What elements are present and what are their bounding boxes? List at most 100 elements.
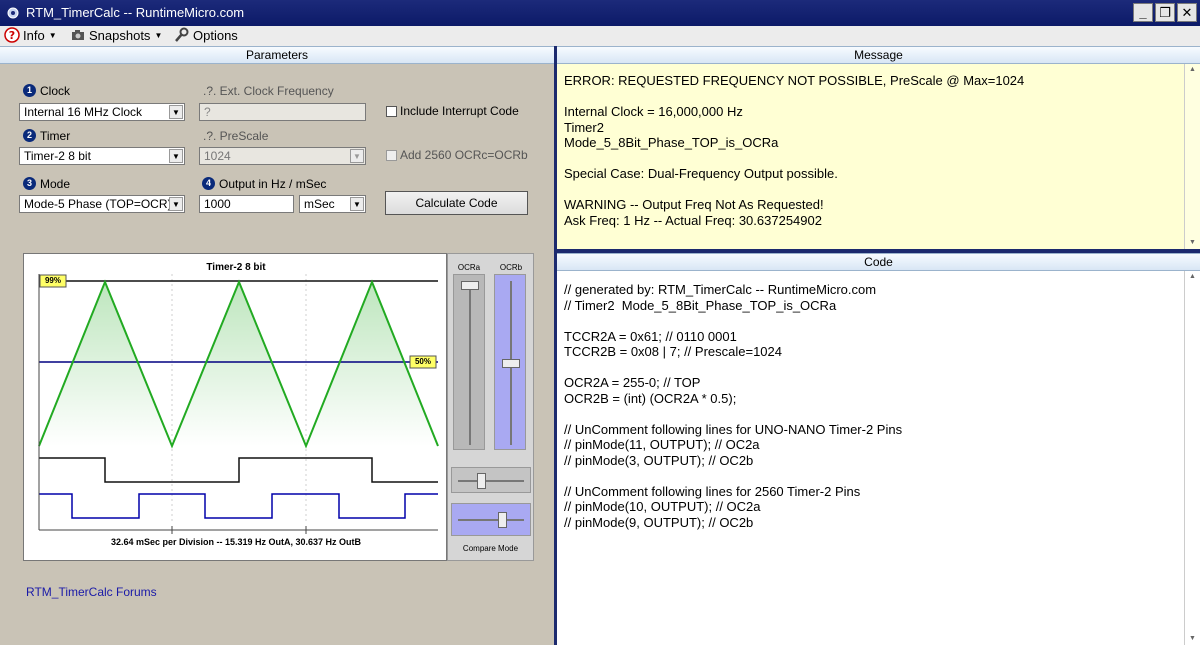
compare-mode-slider-a-thumb[interactable] <box>477 473 486 489</box>
step-4-badge: 4 <box>202 177 215 190</box>
message-header: Message <box>557 46 1200 64</box>
step-3-badge: 3 <box>23 177 36 190</box>
code-line: TCCR2B = 0x08 | 7; // Prescale=1024 <box>564 344 782 359</box>
mode-select[interactable]: Mode-5 Phase (TOP=OCR) ▼ <box>19 195 185 213</box>
code-line: // pinMode(9, OUTPUT); // OC2b <box>564 514 754 530</box>
minimize-icon: _ <box>1139 5 1147 20</box>
code-line: // generated by: RTM_TimerCalc -- Runtim… <box>564 282 877 297</box>
code-line: // UnComment following lines for UNO-NAN… <box>564 421 903 437</box>
menu-info[interactable]: ? Info ▼ <box>4 27 57 45</box>
timer-label: Timer <box>40 129 71 143</box>
code-text-area[interactable]: // generated by: RTM_TimerCalc -- Runtim… <box>557 271 1184 645</box>
clock-select[interactable]: Internal 16 MHz Clock ▼ <box>19 103 185 121</box>
chevron-down-icon: ▼ <box>169 197 183 211</box>
calculate-code-button[interactable]: Calculate Code <box>385 191 528 215</box>
ocra-slider-thumb[interactable] <box>461 281 479 290</box>
chevron-down-icon: ▼ <box>350 149 364 163</box>
triangle-fill <box>39 282 438 446</box>
menu-options-label: Options <box>193 28 238 43</box>
message-line <box>564 89 1184 105</box>
camera-icon <box>72 30 84 40</box>
code-line: // pinMode(3, OUTPUT); // OC2b <box>564 452 754 468</box>
prescale-label: .?. PreScale <box>203 129 269 143</box>
ocra-label: OCRa <box>457 263 481 272</box>
code-line: // pinMode(10, OUTPUT); // OC2a <box>564 499 761 514</box>
code-line: // pinMode(11, OUTPUT); // OC2a <box>564 437 760 452</box>
timer-select[interactable]: Timer-2 8 bit ▼ <box>19 147 185 165</box>
unit-select-value: mSec <box>304 197 335 211</box>
timer-chart-svg <box>38 274 439 534</box>
message-line: Timer2 <box>564 119 604 135</box>
forums-link[interactable]: RTM_TimerCalc Forums <box>26 585 157 599</box>
step-1-badge: 1 <box>23 84 36 97</box>
message-line: Special Case: Dual-Frequency Output poss… <box>564 166 838 181</box>
menu-snapshots[interactable]: Snapshots ▼ <box>70 27 162 45</box>
message-line: WARNING -- Output Freq Not As Requested! <box>564 197 824 212</box>
ext-clock-field[interactable]: ? <box>199 103 366 121</box>
ocrb-slider-thumb[interactable] <box>502 359 520 368</box>
output-label: Output in Hz / mSec <box>219 177 327 191</box>
menu-info-label: Info <box>23 28 45 43</box>
code-line: OCR2A = 255-0; // TOP <box>564 375 701 390</box>
ocrb-slider[interactable] <box>494 274 526 450</box>
ocrb-label: OCRb <box>499 263 523 272</box>
compare-mode-slider-a[interactable] <box>451 467 531 493</box>
message-scrollbar[interactable]: ▲ ▼ <box>1184 64 1200 249</box>
menu-bar: ? Info ▼ Snapshots ▼ Options <box>0 26 1200 46</box>
timer-select-value: Timer-2 8 bit <box>24 149 91 163</box>
compare-mode-label: Compare Mode <box>462 544 519 553</box>
clock-select-value: Internal 16 MHz Clock <box>24 105 143 119</box>
restore-button[interactable]: ❐ <box>1155 3 1175 22</box>
code-line: // UnComment following lines for 2560 Ti… <box>564 483 861 499</box>
prescale-select-value: 1024 <box>204 149 231 163</box>
title-bar: RTM_TimerCalc -- RuntimeMicro.com _ ❐ ✕ <box>0 0 1200 26</box>
prescale-select[interactable]: 1024 ▼ <box>199 147 366 165</box>
message-line: Ask Freq: 1 Hz -- Actual Freq: 30.637254… <box>564 212 822 228</box>
window-title: RTM_TimerCalc -- RuntimeMicro.com <box>26 5 245 20</box>
menu-options[interactable]: Options <box>174 27 238 45</box>
add-2560-checkbox[interactable] <box>386 150 397 161</box>
chevron-down-icon: ▼ <box>154 31 163 40</box>
unit-select[interactable]: mSec ▼ <box>299 195 366 213</box>
close-icon: ✕ <box>1181 5 1193 20</box>
ocr-slider-panel: OCRa OCRb Compare Mode <box>447 253 534 561</box>
out-b-wave <box>39 493 438 519</box>
scroll-up-icon[interactable]: ▲ <box>1185 64 1200 76</box>
svg-text:?: ? <box>9 29 15 42</box>
ext-clock-label: .?. Ext. Clock Frequency <box>203 84 334 98</box>
message-line <box>564 182 1184 198</box>
chart-title: Timer-2 8 bit <box>206 262 266 273</box>
parameters-header: Parameters <box>0 46 554 64</box>
include-interrupt-label: Include Interrupt Code <box>400 104 519 118</box>
message-line <box>564 151 1184 167</box>
chevron-down-icon: ▼ <box>48 31 57 40</box>
message-line: Internal Clock = 16,000,000 Hz <box>564 104 743 119</box>
chevron-down-icon: ▼ <box>169 149 183 163</box>
output-field[interactable]: 1000 <box>199 195 294 213</box>
close-button[interactable]: ✕ <box>1177 3 1197 22</box>
add-2560-label: Add 2560 OCRc=OCRb <box>400 148 528 162</box>
code-scrollbar[interactable]: ▲ ▼ <box>1184 271 1200 645</box>
out-a-wave <box>39 457 438 483</box>
scroll-down-icon[interactable]: ▼ <box>1185 633 1200 645</box>
compare-mode-slider-b[interactable] <box>451 503 531 536</box>
code-line: OCR2B = (int) (OCR2A * 0.5); <box>564 390 737 406</box>
compare-mode-slider-b-thumb[interactable] <box>498 512 507 528</box>
app-icon <box>7 7 19 19</box>
message-text-area[interactable]: ERROR: REQUESTED FREQUENCY NOT POSSIBLE,… <box>557 64 1184 249</box>
step-2-badge: 2 <box>23 129 36 142</box>
minimize-button[interactable]: _ <box>1133 3 1153 22</box>
restore-icon: ❐ <box>1159 5 1171 20</box>
label-50: 50% <box>414 357 431 366</box>
include-interrupt-checkbox[interactable] <box>386 106 397 117</box>
code-line: // Timer2 Mode_5_8Bit_Phase_TOP_is_OCRa <box>564 297 837 313</box>
chart-footer: 32.64 mSec per Division -- 15.319 Hz Out… <box>110 537 362 547</box>
scroll-down-icon[interactable]: ▼ <box>1185 237 1200 249</box>
scroll-up-icon[interactable]: ▲ <box>1185 271 1200 283</box>
ocra-slider[interactable] <box>453 274 485 450</box>
chevron-down-icon: ▼ <box>350 197 364 211</box>
